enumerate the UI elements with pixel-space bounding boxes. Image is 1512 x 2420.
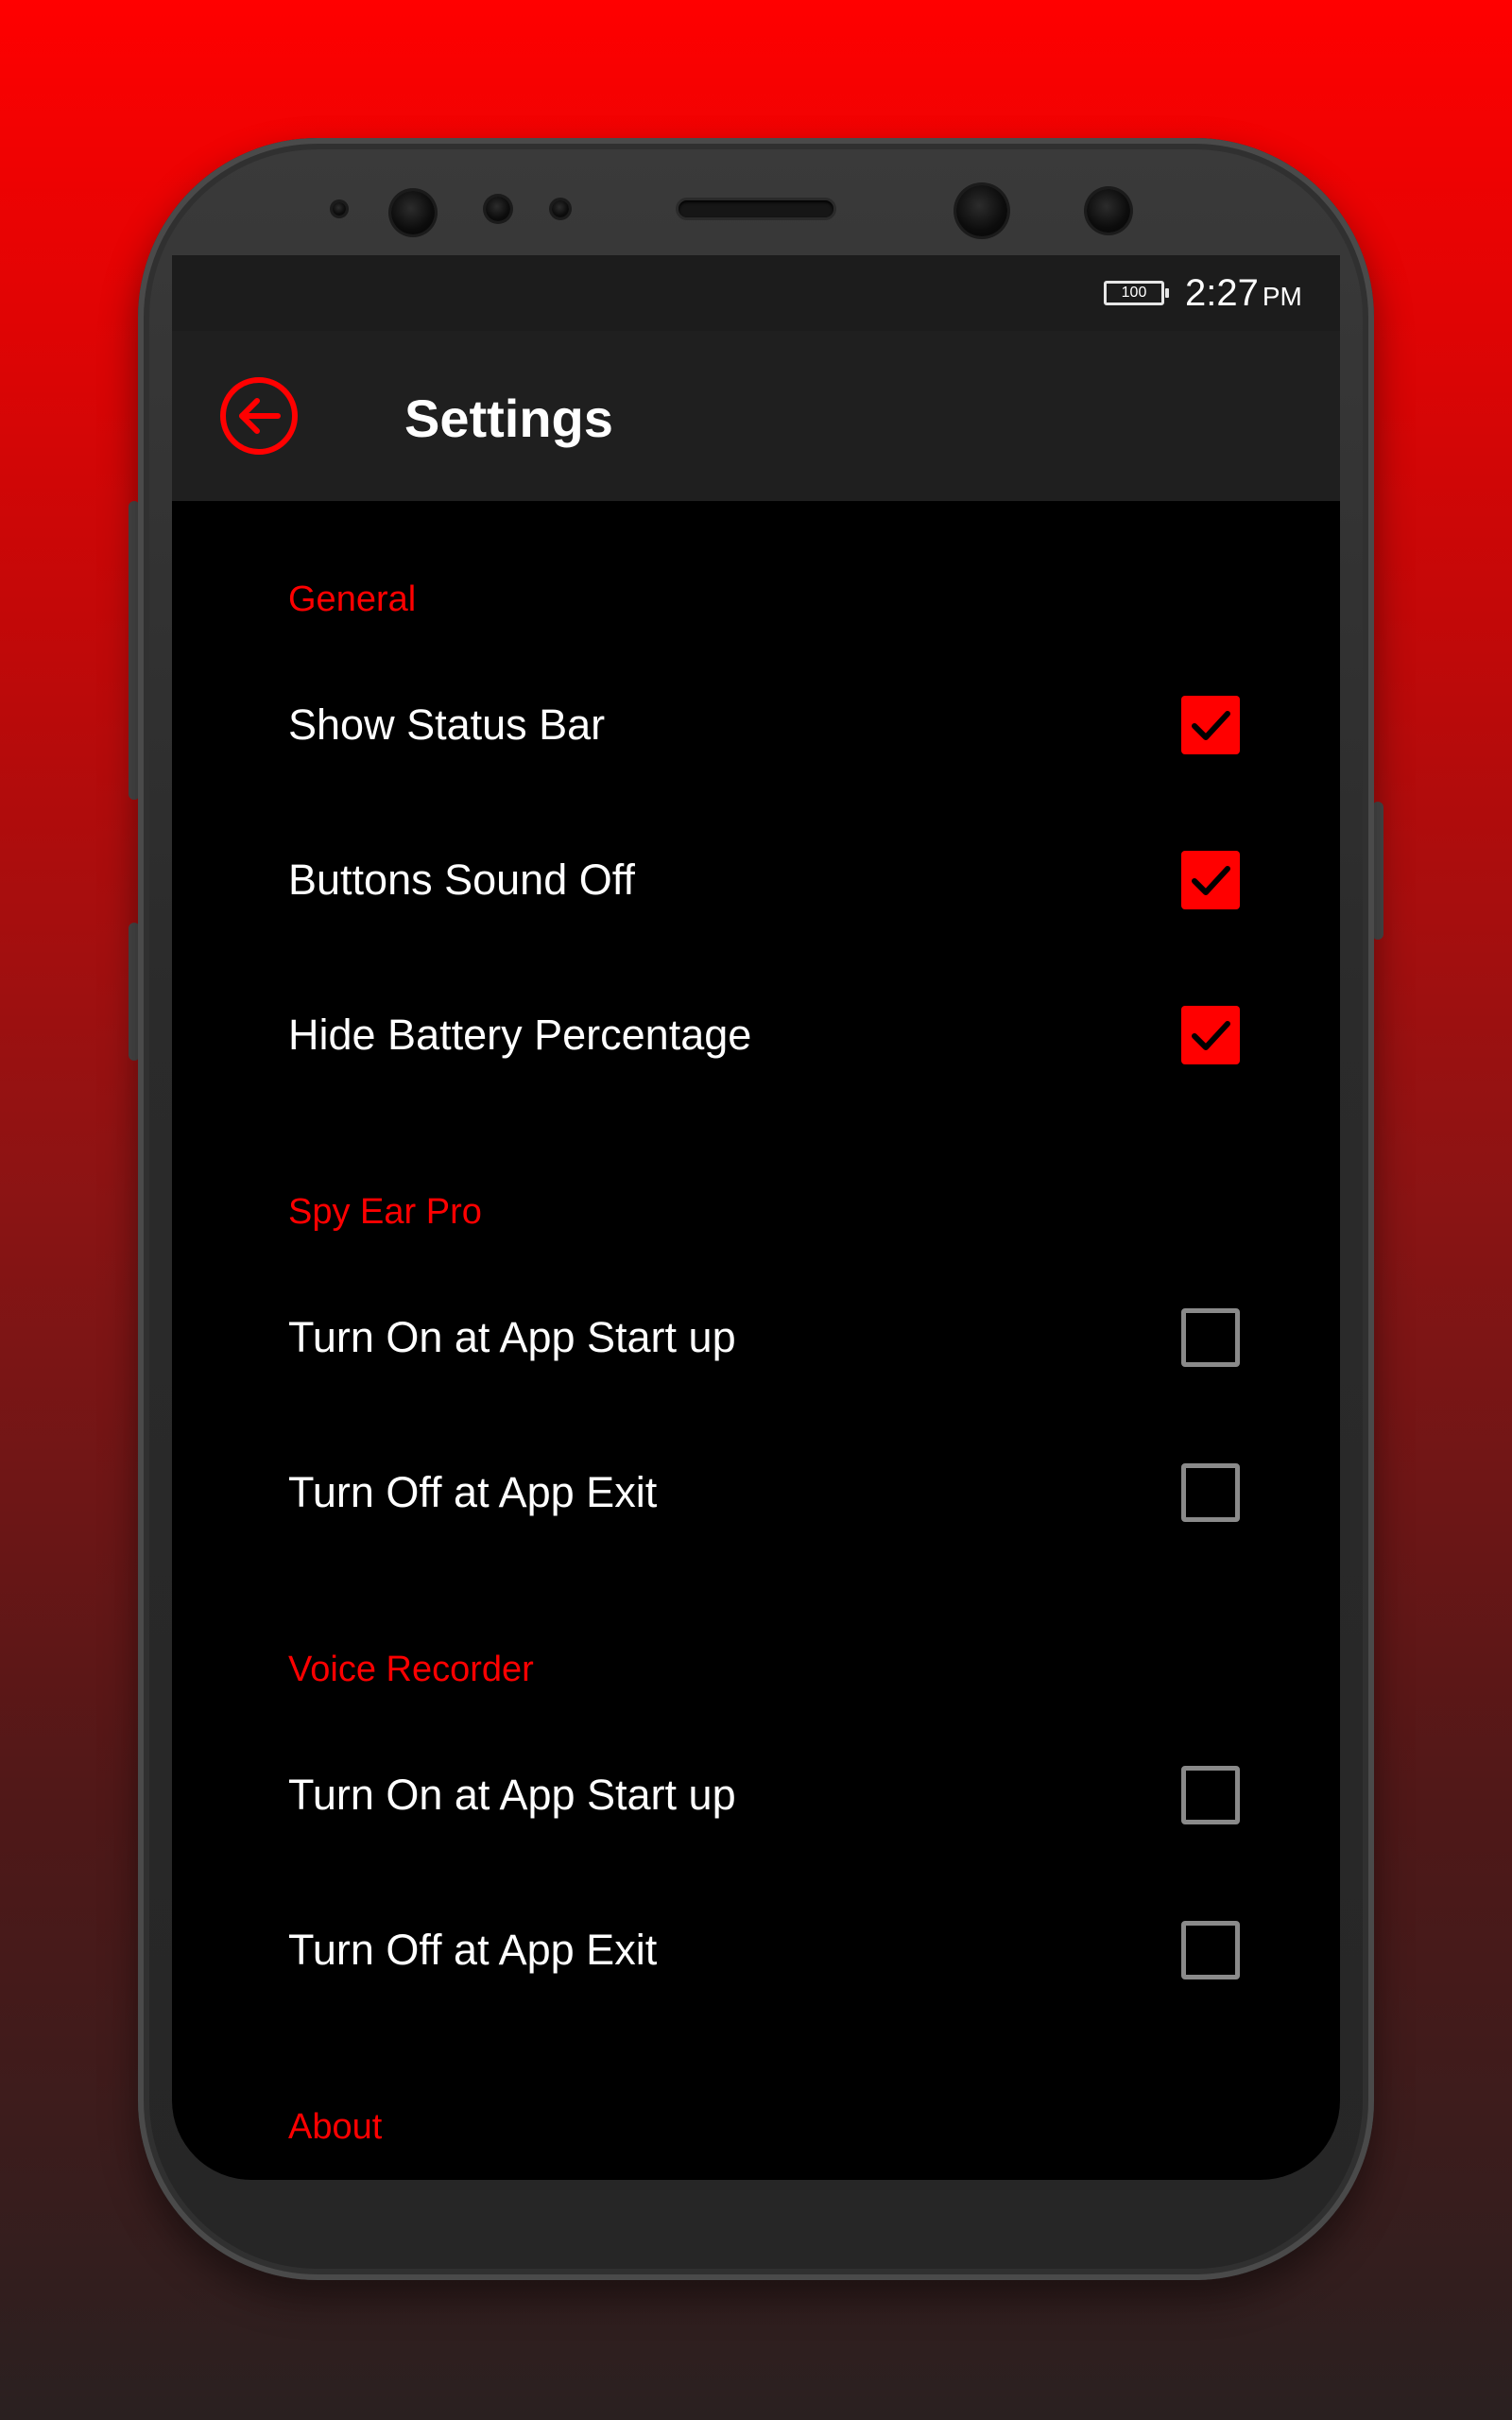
- settings-list: General Show Status Bar Buttons Sound Of…: [172, 501, 1340, 2180]
- setting-row-hide-battery-percentage[interactable]: Hide Battery Percentage: [172, 964, 1340, 1106]
- check-icon: [1192, 866, 1230, 895]
- sensor-dot: [486, 197, 510, 221]
- setting-row-show-status-bar[interactable]: Show Status Bar: [172, 654, 1340, 796]
- section-header-about: About: [288, 2107, 383, 2147]
- battery-level: 100: [1121, 285, 1147, 301]
- setting-row-spy-turn-off-exit[interactable]: Turn Off at App Exit: [172, 1422, 1340, 1564]
- battery-icon: 100: [1104, 281, 1169, 305]
- front-camera-secondary: [956, 185, 1007, 236]
- setting-label: Buttons Sound Off: [288, 856, 635, 904]
- section-header-voice-recorder: Voice Recorder: [288, 1650, 534, 1689]
- setting-label: Turn Off at App Exit: [288, 1926, 658, 1974]
- check-icon: [1192, 711, 1230, 740]
- section-header-general: General: [288, 579, 417, 619]
- screen: 100 2:27 PM Settings General Show Status …: [172, 255, 1340, 2180]
- arrow-left-circle-icon: [220, 377, 298, 455]
- front-camera: [391, 191, 435, 234]
- status-clock: 2:27 PM: [1185, 272, 1302, 318]
- setting-row-recorder-turn-off-exit[interactable]: Turn Off at App Exit: [172, 1879, 1340, 2021]
- sensor-dot: [333, 202, 346, 216]
- checkbox-show-status-bar[interactable]: [1181, 696, 1240, 754]
- clock-time: 2:27: [1185, 272, 1259, 314]
- back-button[interactable]: [219, 376, 299, 456]
- section-header-spy-ear-pro: Spy Ear Pro: [288, 1192, 482, 1232]
- setting-row-recorder-turn-on-startup[interactable]: Turn On at App Start up: [172, 1724, 1340, 1866]
- checkbox-recorder-turn-off-exit[interactable]: [1181, 1921, 1240, 1979]
- clock-ampm: PM: [1262, 282, 1302, 311]
- checkbox-buttons-sound-off[interactable]: [1181, 851, 1240, 909]
- page-title: Settings: [404, 389, 613, 448]
- earpiece-speaker: [679, 200, 833, 217]
- setting-label: Turn On at App Start up: [288, 1771, 736, 1819]
- setting-label: Hide Battery Percentage: [288, 1011, 752, 1059]
- checkbox-recorder-turn-on-startup[interactable]: [1181, 1766, 1240, 1824]
- sensor-camera: [1087, 189, 1130, 233]
- check-icon: [1192, 1021, 1230, 1050]
- checkbox-spy-turn-off-exit[interactable]: [1181, 1463, 1240, 1522]
- setting-row-spy-turn-on-startup[interactable]: Turn On at App Start up: [172, 1267, 1340, 1409]
- setting-label: Show Status Bar: [288, 700, 606, 749]
- status-bar: 100 2:27 PM: [172, 255, 1340, 331]
- setting-label: Turn Off at App Exit: [288, 1468, 658, 1516]
- app-bar: Settings: [172, 331, 1340, 501]
- setting-label: Turn On at App Start up: [288, 1313, 736, 1361]
- checkbox-hide-battery-percentage[interactable]: [1181, 1006, 1240, 1064]
- setting-row-buttons-sound-off[interactable]: Buttons Sound Off: [172, 809, 1340, 951]
- checkbox-spy-turn-on-startup[interactable]: [1181, 1308, 1240, 1367]
- sensor-dot: [552, 200, 569, 217]
